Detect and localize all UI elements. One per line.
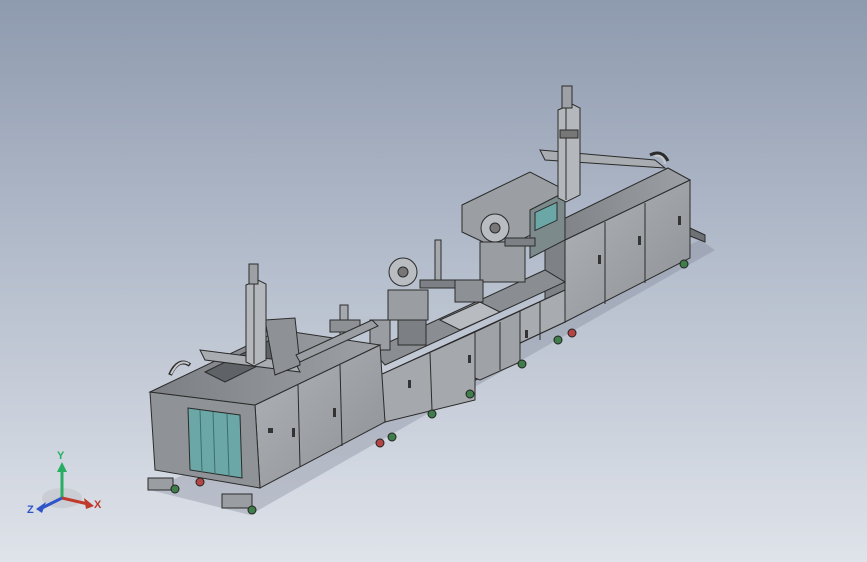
control-switch	[268, 428, 273, 433]
door-handle	[292, 428, 295, 437]
z-axis-label: Z	[27, 504, 34, 516]
right-gantry-column	[557, 103, 581, 203]
left-station[interactable]	[147, 263, 386, 509]
x-axis-label: X	[94, 499, 102, 511]
leveling-foot	[147, 477, 174, 491]
door-handle	[678, 216, 681, 225]
orientation-triad[interactable]: Y X Z	[22, 440, 112, 530]
door-handle	[598, 255, 601, 264]
door-handle	[638, 236, 641, 245]
x-axis-arrow	[84, 498, 94, 509]
y-axis-arrow	[57, 462, 67, 472]
leveling-foot	[221, 493, 253, 509]
cad-viewport[interactable]: Y X Z	[0, 0, 867, 562]
door-handle	[333, 408, 336, 417]
left-gantry-column	[245, 279, 267, 367]
assembly-model[interactable]	[0, 0, 867, 562]
y-axis-label: Y	[57, 450, 65, 462]
right-station[interactable]	[461, 85, 706, 323]
